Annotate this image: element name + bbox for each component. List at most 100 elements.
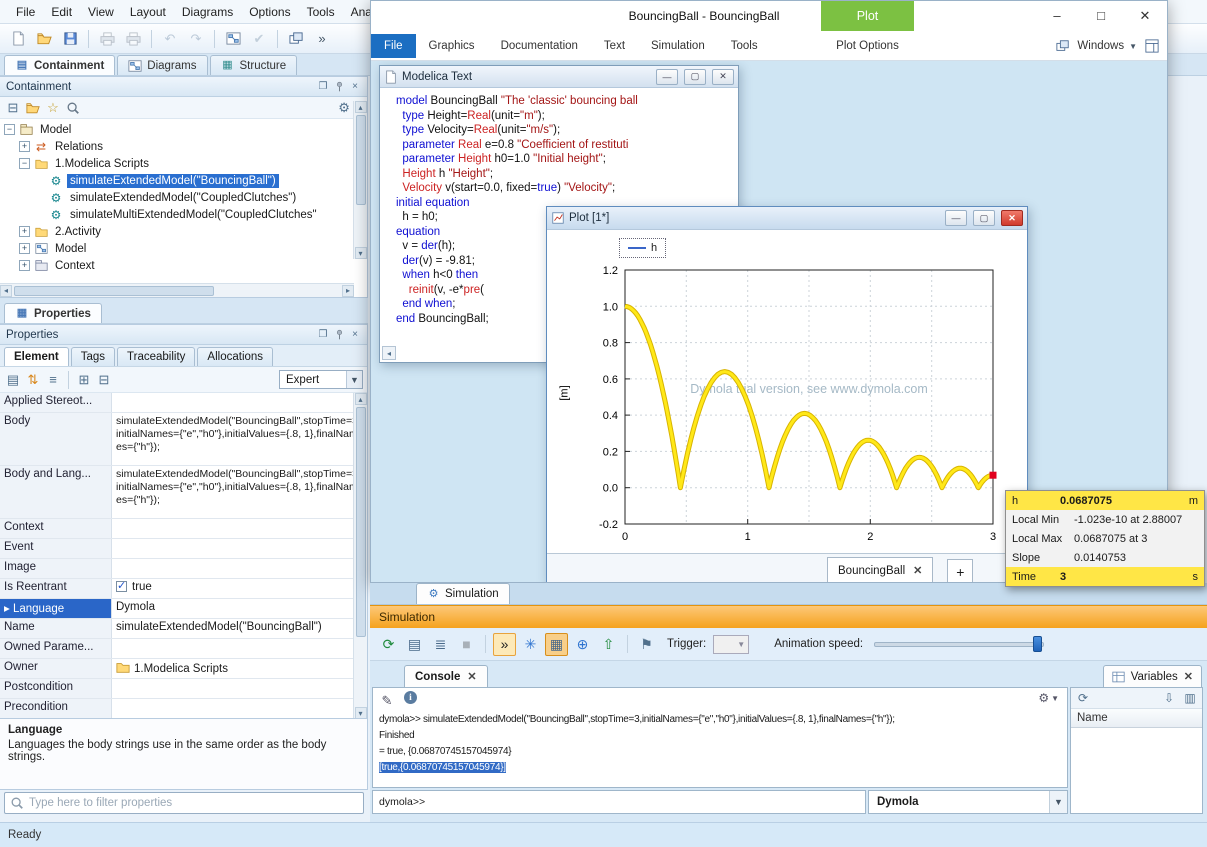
property-name[interactable]: Owner bbox=[0, 659, 112, 678]
gear-icon[interactable]: ⚙ bbox=[335, 99, 353, 117]
maximize-window-icon[interactable]: □ bbox=[1079, 1, 1123, 30]
property-value[interactable] bbox=[112, 679, 367, 698]
tab-traceability[interactable]: Traceability bbox=[117, 347, 195, 366]
minimize-window-icon[interactable]: — bbox=[945, 210, 967, 226]
toolbar-overflow-icon[interactable]: » bbox=[313, 30, 331, 48]
dymola-titlebar[interactable]: BouncingBall - BouncingBall Plot – □ ✕ bbox=[371, 1, 1167, 31]
tree-item[interactable]: +Context bbox=[0, 257, 367, 274]
vertical-scrollbar[interactable]: ▴ ▾ bbox=[353, 393, 367, 719]
sort-icon[interactable]: ⇅ bbox=[24, 371, 42, 389]
menu-edit[interactable]: Edit bbox=[43, 2, 80, 22]
tab-variables[interactable]: Variables ✕ bbox=[1103, 665, 1202, 687]
property-row[interactable]: Owner1.Modelica Scripts bbox=[0, 659, 367, 679]
close-tab-icon[interactable]: ✕ bbox=[467, 670, 476, 683]
property-value[interactable] bbox=[112, 519, 367, 538]
tree-item[interactable]: ⚙simulateMultiExtendedModel("CoupledClut… bbox=[0, 206, 367, 223]
property-row[interactable]: Body and Lang...simulateExtendedModel("B… bbox=[0, 466, 367, 519]
property-row[interactable]: BodysimulateExtendedModel("BouncingBall"… bbox=[0, 413, 367, 466]
property-name[interactable]: Owned Parame... bbox=[0, 639, 112, 658]
open-project-icon[interactable] bbox=[32, 27, 56, 51]
float-panel-icon[interactable]: ❐ bbox=[315, 79, 331, 94]
tab-structure[interactable]: ▦Structure bbox=[210, 55, 298, 75]
event-queue-icon[interactable]: ≣ bbox=[429, 633, 452, 656]
ribbon-tab-documentation[interactable]: Documentation bbox=[488, 34, 591, 58]
print-icon[interactable] bbox=[95, 27, 119, 51]
plot-chart[interactable]: 0123-0.20.00.20.40.60.81.01.2Dymola tria… bbox=[547, 260, 1029, 552]
scroll-left-icon[interactable]: ◂ bbox=[0, 285, 12, 297]
close-tab-icon[interactable]: ✕ bbox=[1184, 670, 1193, 683]
validate-icon[interactable]: ✔ bbox=[250, 30, 268, 48]
tab-containment[interactable]: ▤Containment bbox=[4, 55, 115, 75]
description-icon[interactable]: ≡ bbox=[44, 371, 62, 389]
undo-icon[interactable]: ↶ bbox=[158, 27, 182, 51]
scroll-up-icon[interactable]: ▴ bbox=[355, 393, 367, 405]
property-value[interactable]: true bbox=[112, 579, 367, 598]
tree-item-label[interactable]: Model bbox=[52, 242, 89, 256]
console-prompt-toggle[interactable]: » bbox=[493, 633, 516, 656]
property-value[interactable]: simulateExtendedModel("BouncingBall",sto… bbox=[112, 413, 367, 465]
checkbox-checked-icon[interactable] bbox=[116, 581, 127, 592]
tree-item-label[interactable]: Relations bbox=[52, 140, 106, 154]
tab-tags[interactable]: Tags bbox=[71, 347, 115, 366]
property-value[interactable] bbox=[112, 393, 367, 412]
ribbon-tab-plot[interactable]: Plot bbox=[821, 1, 914, 31]
slider-handle[interactable] bbox=[1033, 636, 1042, 652]
window-layout-icon[interactable] bbox=[284, 27, 308, 51]
open-log-icon[interactable]: ▤ bbox=[403, 633, 426, 656]
float-panel-icon[interactable]: ❐ bbox=[315, 327, 331, 342]
close-window-icon[interactable]: ✕ bbox=[1123, 1, 1167, 30]
property-value[interactable] bbox=[112, 699, 367, 718]
property-row[interactable]: Postcondition bbox=[0, 679, 367, 699]
property-value[interactable]: Dymola bbox=[112, 599, 367, 618]
panel-layout-icon[interactable] bbox=[1143, 37, 1161, 55]
scroll-left-icon[interactable]: ◂ bbox=[382, 346, 396, 360]
menu-view[interactable]: View bbox=[80, 2, 122, 22]
property-row[interactable]: Is Reentranttrue bbox=[0, 579, 367, 599]
collapse-all-properties-icon[interactable]: ⊟ bbox=[95, 371, 113, 389]
select-in-containment-icon[interactable] bbox=[221, 27, 245, 51]
property-value[interactable] bbox=[112, 639, 367, 658]
property-name[interactable]: Body and Lang... bbox=[0, 466, 112, 518]
tab-element[interactable]: Element bbox=[4, 347, 69, 366]
tree-item[interactable]: +⇄Relations bbox=[0, 138, 367, 155]
maximize-window-icon[interactable]: ▢ bbox=[684, 69, 706, 85]
scroll-down-icon[interactable]: ▾ bbox=[355, 247, 367, 259]
trigger-select[interactable]: ▼ bbox=[713, 635, 749, 654]
property-value[interactable]: simulateExtendedModel("BouncingBall",sto… bbox=[112, 466, 367, 518]
expand-expander-icon[interactable]: + bbox=[19, 260, 30, 271]
close-window-icon[interactable]: ✕ bbox=[1001, 210, 1023, 226]
toolbar-overflow-icon[interactable]: » bbox=[310, 27, 334, 51]
menu-options[interactable]: Options bbox=[241, 2, 298, 22]
ribbon-tab-text[interactable]: Text bbox=[591, 34, 638, 58]
property-row[interactable]: Image bbox=[0, 559, 367, 579]
tree-item[interactable]: ⚙simulateExtendedModel("CoupledClutches"… bbox=[0, 189, 367, 206]
property-row[interactable]: Event bbox=[0, 539, 367, 559]
print-icon[interactable] bbox=[98, 30, 116, 48]
property-name[interactable]: Event bbox=[0, 539, 112, 558]
console-output[interactable]: dymola>> simulateExtendedModel("Bouncing… bbox=[379, 712, 1063, 785]
trigger-icon[interactable]: ⚑ bbox=[635, 633, 658, 656]
ribbon-tab-graphics[interactable]: Graphics bbox=[416, 34, 488, 58]
open-selected-icon[interactable] bbox=[24, 99, 42, 117]
language-select[interactable]: Dymola ▼ bbox=[868, 790, 1068, 814]
save-project-icon[interactable] bbox=[58, 27, 82, 51]
windows-menu[interactable]: Windows ▼ bbox=[1054, 31, 1137, 61]
chevron-down-icon[interactable]: ▼ bbox=[1049, 791, 1067, 813]
edit-icon[interactable]: ✎ bbox=[378, 691, 396, 709]
tab-diagrams[interactable]: Diagrams bbox=[117, 55, 207, 75]
tree-item[interactable]: ⚙simulateExtendedModel("BouncingBall") bbox=[0, 172, 367, 189]
ribbon-tab-plot-options[interactable]: Plot Options bbox=[821, 31, 914, 61]
menu-layout[interactable]: Layout bbox=[122, 2, 174, 22]
tab-simulation[interactable]: ⚙ Simulation bbox=[416, 583, 510, 604]
collapse-expander-icon[interactable]: − bbox=[4, 124, 15, 135]
tree-item-label[interactable]: 2.Activity bbox=[52, 225, 104, 239]
scroll-up-icon[interactable]: ▴ bbox=[355, 101, 367, 113]
redo-icon[interactable]: ↷ bbox=[184, 27, 208, 51]
favorites-icon[interactable]: ☆ bbox=[44, 99, 62, 117]
tab-properties[interactable]: ▦ Properties bbox=[4, 303, 102, 323]
scrollbar-thumb[interactable] bbox=[356, 115, 366, 205]
scrollbar-thumb[interactable] bbox=[14, 286, 214, 296]
ui-panes-toggle[interactable]: ▦ bbox=[545, 633, 568, 656]
property-name[interactable]: Precondition bbox=[0, 699, 112, 718]
close-panel-icon[interactable]: × bbox=[347, 79, 363, 94]
